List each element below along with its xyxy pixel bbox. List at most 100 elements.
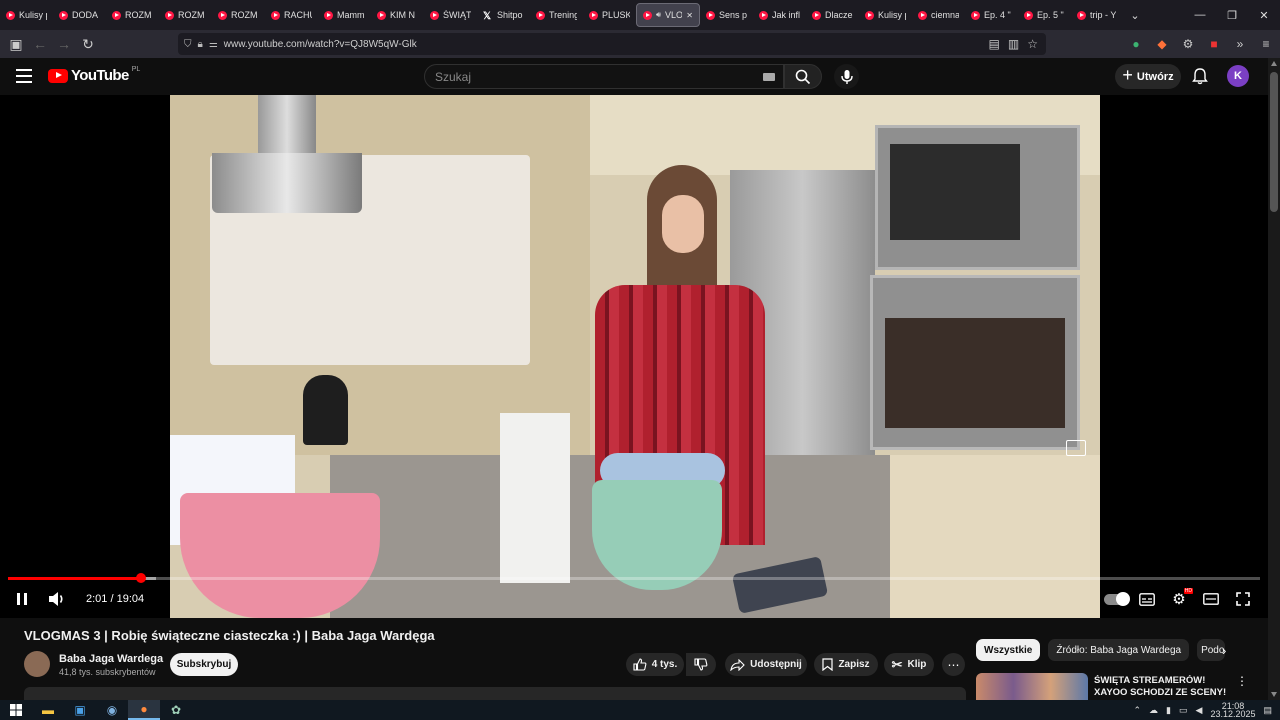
progress-bar[interactable] <box>8 573 1260 583</box>
tab-close-icon[interactable]: ✕ <box>686 11 693 20</box>
extensions-icon[interactable]: ⚙ <box>1180 37 1196 51</box>
browser-tab[interactable]: ciemna <box>912 3 965 27</box>
clip-button[interactable]: ✂ Klip <box>884 653 934 676</box>
recommended-more-icon[interactable]: ⋮ <box>1236 674 1248 688</box>
windows-start-icon[interactable] <box>0 700 32 720</box>
remote-desktop-icon[interactable]: ▣ <box>64 700 96 720</box>
tracking-shield-icon[interactable]: ⛉ <box>184 39 192 50</box>
browser-tab[interactable]: 𝕏 Shitpo <box>477 3 530 27</box>
permissions-icon[interactable]: ⚌ <box>209 39 218 50</box>
keyboard-icon[interactable] <box>763 73 775 81</box>
description-box[interactable] <box>24 687 966 700</box>
sidebar-toggle-icon[interactable]: ▣ <box>4 32 28 56</box>
recommended-video-thumbnail[interactable] <box>976 673 1088 700</box>
fox-extension-icon[interactable]: ◆ <box>1154 37 1170 51</box>
app-icon[interactable]: ✿ <box>160 700 192 720</box>
volume-button[interactable] <box>46 589 68 609</box>
browser-tab[interactable]: KIM N <box>371 3 424 27</box>
youtube-logo[interactable]: YouTube PL <box>48 66 140 84</box>
tray-overflow-icon[interactable]: ⌃ <box>1134 705 1142 716</box>
reader-icon[interactable]: ▥ <box>1008 37 1019 51</box>
close-window-icon[interactable]: ✕ <box>1248 0 1280 30</box>
share-button[interactable]: Udostępnij <box>725 653 807 676</box>
notifications-icon[interactable]: ▤ <box>1263 705 1272 716</box>
scroll-down-icon[interactable] <box>1271 692 1277 697</box>
chip-related[interactable]: Podob <box>1197 639 1226 661</box>
firefox-icon[interactable]: ● <box>128 700 160 720</box>
display-icon[interactable]: ▭ <box>1179 705 1188 716</box>
browser-tab[interactable]: trip - Y <box>1071 3 1124 27</box>
dislike-button[interactable] <box>686 653 716 676</box>
voice-search-button[interactable] <box>834 64 859 89</box>
browser-tab[interactable]: Kulisy p <box>859 3 912 27</box>
adblock-extension-icon[interactable]: ■ <box>1206 37 1222 51</box>
subscribe-button[interactable]: Subskrybuj <box>170 653 238 676</box>
bookmark-star-icon[interactable]: ☆ <box>1027 37 1038 51</box>
browser-tab[interactable]: 🔊︎ VLO ✕ <box>636 3 700 27</box>
browser-tab[interactable]: ROZM <box>106 3 159 27</box>
like-button[interactable]: 4 tys. <box>626 653 684 676</box>
clock[interactable]: 21:08 23.12.2025 <box>1210 702 1255 719</box>
guide-menu-icon[interactable] <box>16 69 32 83</box>
theater-mode-icon[interactable] <box>1201 589 1221 609</box>
recommended-video-title[interactable]: ŚWIĘTA STREAMERÓW! XAYOO SCHODZI ZE SCEN… <box>1094 675 1234 700</box>
volume-tray-icon[interactable]: ◀ <box>1196 705 1203 716</box>
browser-tab[interactable]: Dlacze <box>806 3 859 27</box>
chip-from-source[interactable]: Źródło: Baba Jaga Wardega <box>1048 639 1190 661</box>
browser-tab[interactable]: Sens p <box>700 3 753 27</box>
settings-gear-icon[interactable]: ⚙ HD <box>1169 588 1193 609</box>
chevron-right-icon[interactable]: › <box>1222 643 1226 658</box>
tab-list-all-icon[interactable]: ⌄ <box>1124 9 1146 22</box>
tab-audio-icon[interactable]: 🔊︎ <box>656 10 661 20</box>
subtitles-icon[interactable] <box>1137 589 1157 609</box>
browser-tab[interactable]: ROZM <box>212 3 265 27</box>
pip-page-icon[interactable]: ▤ <box>989 37 1000 51</box>
scrollbar-thumb[interactable] <box>1270 72 1278 212</box>
create-button[interactable]: + Utwórz <box>1115 64 1181 89</box>
browser-tab[interactable]: Mamm <box>318 3 371 27</box>
browser-tab[interactable]: Kulisy p <box>0 3 53 27</box>
picture-in-picture-icon[interactable] <box>1066 440 1086 456</box>
save-button[interactable]: Zapisz <box>814 653 878 676</box>
fullscreen-icon[interactable] <box>1233 589 1253 609</box>
video-player[interactable]: 2:01 / 19:04 ⚙ HD <box>0 95 1268 618</box>
browser-tab[interactable]: RACHU <box>265 3 318 27</box>
browser-tab[interactable]: PLUSK <box>583 3 636 27</box>
browser-tab[interactable]: ŚWIĄT <box>424 3 477 27</box>
vpn-extension-icon[interactable]: ● <box>1128 37 1144 51</box>
reload-icon[interactable]: ↻ <box>76 32 100 56</box>
autoplay-toggle[interactable] <box>1104 589 1130 609</box>
notifications-bell-icon[interactable] <box>1190 66 1210 86</box>
search-input[interactable]: Szukaj <box>424 64 784 89</box>
minimize-icon[interactable]: — <box>1184 0 1216 30</box>
file-explorer-icon[interactable]: ▬ <box>32 700 64 720</box>
back-icon[interactable]: ← <box>28 32 52 56</box>
search-button[interactable] <box>784 64 822 89</box>
channel-avatar[interactable] <box>24 651 50 677</box>
forward-icon[interactable]: → <box>52 32 76 56</box>
network-icon[interactable]: ☁ <box>1149 705 1158 716</box>
page-scrollbar[interactable] <box>1268 58 1280 700</box>
account-avatar[interactable]: K <box>1227 65 1249 87</box>
browser-tab[interactable]: Ep. 5 " <box>1018 3 1071 27</box>
browser-tab[interactable]: Trening <box>530 3 583 27</box>
pause-button[interactable] <box>12 589 32 609</box>
chip-all[interactable]: Wszystkie <box>976 639 1041 661</box>
channel-name[interactable]: Baba Jaga Wardega <box>59 653 163 665</box>
mic-tray-icon[interactable]: ▮ <box>1166 705 1171 716</box>
browser-tab[interactable]: Jak infl <box>753 3 806 27</box>
menu-icon[interactable]: ≡ <box>1258 37 1274 51</box>
video-frame[interactable] <box>170 95 1100 618</box>
steam-icon[interactable]: ◉ <box>96 700 128 720</box>
progress-scrubber[interactable] <box>135 573 146 583</box>
browser-tab[interactable]: ROZM <box>159 3 212 27</box>
more-actions-icon[interactable]: ⋯ <box>942 653 965 676</box>
lock-icon[interactable]: 🔒︎ <box>198 39 203 50</box>
url-text[interactable]: www.youtube.com/watch?v=QJ8W5qW-Glk <box>224 39 417 50</box>
browser-tab[interactable]: Ep. 4 " <box>965 3 1018 27</box>
address-bar[interactable]: ⛉ 🔒︎ ⚌ www.youtube.com/watch?v=QJ8W5qW-G… <box>178 33 1046 55</box>
browser-tab[interactable]: DODA <box>53 3 106 27</box>
restore-icon[interactable]: ❐ <box>1216 0 1248 30</box>
overflow-chevron-icon[interactable]: » <box>1232 37 1248 51</box>
scroll-up-icon[interactable] <box>1271 61 1277 66</box>
